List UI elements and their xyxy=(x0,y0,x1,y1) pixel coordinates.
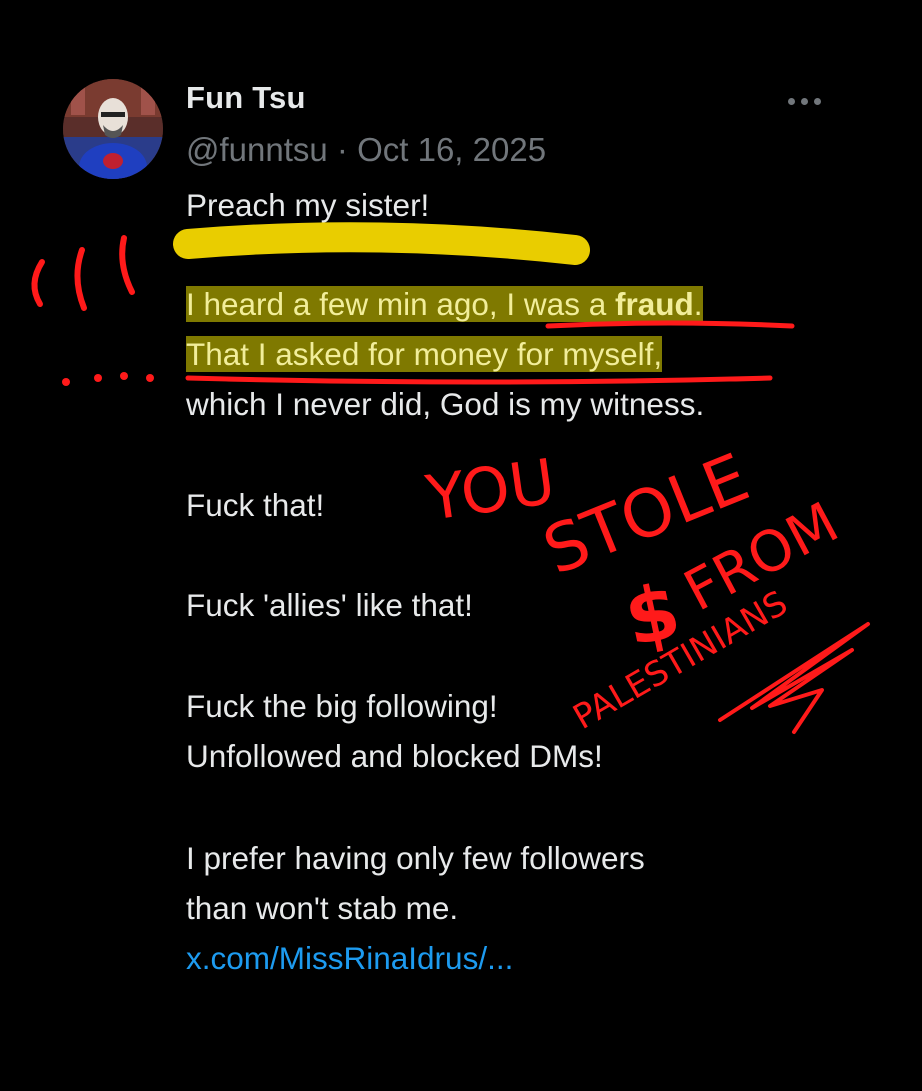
tweet-line: That I asked for money for myself, xyxy=(186,336,663,372)
tweet-line: I prefer having only few followers xyxy=(186,840,645,876)
marker-scribble xyxy=(718,622,870,734)
tweet-line: Fuck the big following! xyxy=(186,688,498,724)
annotation-dollar: $ xyxy=(617,566,687,664)
tweet-card[interactable]: Fun Tsu @funntsu · Oct 16, 2025 Preach m… xyxy=(0,0,922,1091)
tweet-line: which I never did, God is my witness. xyxy=(186,386,705,422)
tweet-line: than won't stab me. xyxy=(186,890,459,926)
tweet-date[interactable]: Oct 16, 2025 xyxy=(357,131,546,168)
author-handle[interactable]: @funntsu xyxy=(186,131,328,168)
annotation-from: FROM xyxy=(674,490,849,624)
author-display-name[interactable]: Fun Tsu xyxy=(186,80,306,116)
avatar[interactable] xyxy=(63,79,163,179)
more-horizontal-icon xyxy=(787,97,795,105)
tweet-link[interactable]: x.com/MissRinaIdrus/... xyxy=(186,940,513,977)
marker-brackets xyxy=(31,235,135,311)
highlighter-stroke xyxy=(173,222,590,265)
tweet-line: Unfollowed and blocked DMs! xyxy=(186,738,603,774)
more-options-button[interactable] xyxy=(782,86,826,116)
tweet-line: Fuck 'allies' like that! xyxy=(186,587,473,623)
annotation-stole: STOLE xyxy=(533,439,759,590)
annotation-you: YOU xyxy=(421,445,560,535)
annotation-palestinians: PALESTINIANS xyxy=(567,583,795,738)
meta-separator: · xyxy=(336,131,348,168)
tweet-line: Fuck that! xyxy=(186,487,325,523)
tweet-line: I heard a few min ago, I was a fraud. xyxy=(186,286,703,322)
tweet-meta: @funntsu · Oct 16, 2025 xyxy=(186,131,546,169)
tweet-line: Preach my sister! xyxy=(186,187,430,223)
marker-dots xyxy=(62,372,154,386)
